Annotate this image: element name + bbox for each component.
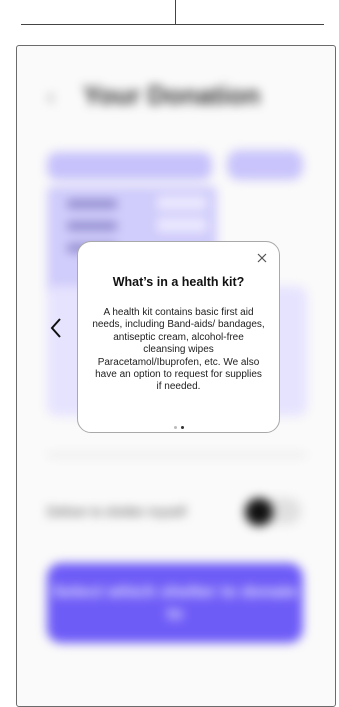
chevron-left-icon[interactable] (49, 316, 63, 340)
select-shelter-button: Select which shelter to donate to (47, 563, 303, 643)
wireframe-top-line (21, 24, 324, 25)
modal-title: What’s in a health kit? (112, 275, 245, 289)
option-box (157, 196, 207, 210)
deliver-label: Deliver to shelter myself (47, 504, 186, 519)
option-row (67, 222, 117, 230)
pagination-dot[interactable] (173, 426, 177, 430)
wireframe-connector-line (175, 0, 176, 24)
info-modal: What’s in a health kit? A health kit con… (77, 241, 280, 433)
page-title: Your Donation (83, 80, 261, 110)
close-icon[interactable] (254, 250, 270, 266)
divider (47, 454, 307, 456)
pagination-dot-active[interactable] (180, 426, 184, 430)
toggle-knob (245, 498, 273, 526)
pagination-dots (78, 419, 279, 430)
option-box (157, 218, 207, 232)
modal-body: A health kit contains basic first aid ne… (92, 307, 265, 393)
dropdown-pill (47, 152, 212, 180)
secondary-pill (227, 150, 303, 180)
option-row (67, 200, 117, 208)
back-arrow-icon: ‹ (47, 84, 55, 109)
